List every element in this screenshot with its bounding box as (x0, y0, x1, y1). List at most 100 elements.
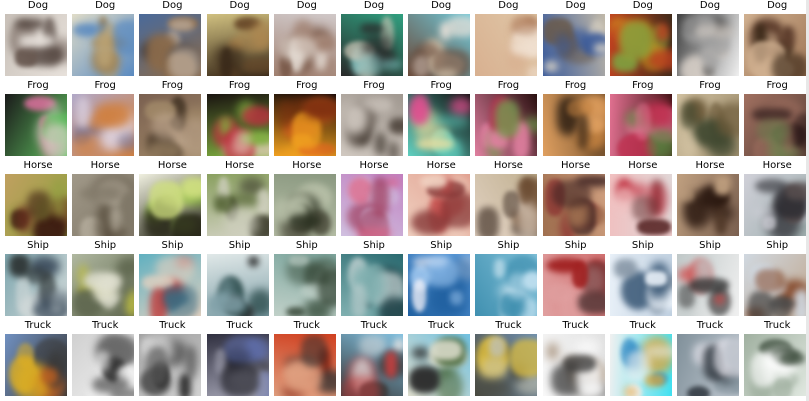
generated-image (744, 254, 807, 316)
sample-cell: Dog (609, 0, 676, 80)
sample-cell: Truck (542, 320, 609, 400)
sample-cell: Truck (72, 320, 138, 400)
class-label: Frog (632, 80, 654, 91)
class-label: Horse (695, 160, 725, 171)
class-label: Dog (565, 0, 586, 11)
generated-image (273, 174, 336, 236)
class-label: Truck (91, 320, 119, 331)
generated-image (609, 174, 672, 236)
sample-cell: Ship (542, 240, 609, 320)
class-label: Dog (632, 0, 653, 11)
generated-image (206, 334, 269, 396)
generated-image (206, 254, 269, 316)
generated-image (677, 334, 739, 396)
class-label: Horse (225, 160, 255, 171)
generated-image (475, 174, 538, 236)
generated-image (206, 14, 269, 76)
sample-cell: Frog (609, 80, 676, 160)
sample-cell: Ship (206, 240, 273, 320)
sample-cell: Ship (273, 240, 340, 320)
class-label: Frog (94, 80, 116, 91)
sample-cell: Truck (475, 320, 541, 400)
class-label: Ship (161, 240, 184, 251)
sample-cell: Horse (5, 160, 71, 240)
generated-image (744, 94, 807, 156)
class-label: Horse (292, 160, 322, 171)
generated-image (139, 334, 202, 396)
sample-cell: Frog (72, 80, 138, 160)
generated-image (5, 174, 67, 236)
sample-cell: Truck (408, 320, 474, 400)
generated-image (609, 334, 672, 396)
sample-cell: Truck (273, 320, 340, 400)
class-label: Frog (430, 80, 452, 91)
generated-image (139, 14, 202, 76)
sample-cell: Horse (677, 160, 743, 240)
generated-image (72, 14, 135, 76)
class-label: Frog (699, 80, 721, 91)
class-label: Horse (90, 160, 120, 171)
sample-cell: Frog (5, 80, 71, 160)
sample-cell: Frog (206, 80, 273, 160)
class-label: Ship (631, 240, 654, 251)
generated-image (341, 14, 403, 76)
class-label: Horse (561, 160, 591, 171)
sample-cell: Frog (408, 80, 474, 160)
class-label: Ship (766, 240, 789, 251)
sample-cell: Horse (341, 160, 407, 240)
class-label: Dog (229, 0, 250, 11)
class-label: Truck (293, 320, 320, 331)
sample-cell: Truck (341, 320, 407, 400)
sample-cell: Ship (408, 240, 474, 320)
sample-cell: Frog (475, 80, 541, 160)
class-label: Ship (564, 240, 587, 251)
generated-image (5, 334, 67, 396)
sample-cell: Truck (609, 320, 676, 400)
class-label: Truck (226, 320, 253, 331)
class-label: Ship (363, 240, 385, 251)
generated-image (475, 14, 538, 76)
generated-image (609, 14, 672, 76)
generated-image (72, 334, 135, 396)
generated-image (139, 254, 202, 316)
sample-cell: Ship (341, 240, 407, 320)
generated-image (5, 14, 67, 76)
sample-cell: Horse (206, 160, 273, 240)
class-label: Dog (162, 0, 183, 11)
class-label: Truck (696, 320, 724, 331)
generated-image (341, 94, 403, 156)
generated-image (206, 94, 269, 156)
generated-image (677, 254, 739, 316)
generated-image (341, 254, 403, 316)
sample-cell: Dog (475, 0, 541, 80)
generated-image (408, 174, 471, 236)
sample-cell: Dog (139, 0, 205, 80)
class-label: Dog (699, 0, 721, 11)
sample-cell: Horse (139, 160, 205, 240)
class-label: Dog (95, 0, 116, 11)
class-label: Dog (767, 0, 788, 11)
sample-cell: Dog (273, 0, 340, 80)
generated-image (744, 334, 807, 396)
generated-image (139, 174, 202, 236)
class-label: Frog (228, 80, 251, 91)
sample-cell: Horse (475, 160, 541, 240)
generated-image (341, 334, 403, 396)
generated-image (475, 254, 538, 316)
sample-cell: Horse (609, 160, 676, 240)
class-label: Ship (497, 240, 520, 251)
sample-cell: Ship (744, 240, 809, 320)
sample-cell: Truck (206, 320, 273, 400)
sample-cell: Horse (408, 160, 474, 240)
generated-image (273, 254, 336, 316)
generated-image (744, 14, 807, 76)
sample-cell: Frog (542, 80, 609, 160)
sample-cell: Dog (542, 0, 609, 80)
generated-image (273, 14, 336, 76)
sample-cell: Frog (139, 80, 205, 160)
image-grid: Dog Dog Dog Dog Dog Dog Dog Dog Dog Dog Dog Dog Frog… (0, 0, 809, 401)
sample-cell: Ship (139, 240, 205, 320)
class-label: Truck (24, 320, 52, 331)
class-label: Horse (762, 160, 792, 171)
class-label: Truck (159, 320, 186, 331)
